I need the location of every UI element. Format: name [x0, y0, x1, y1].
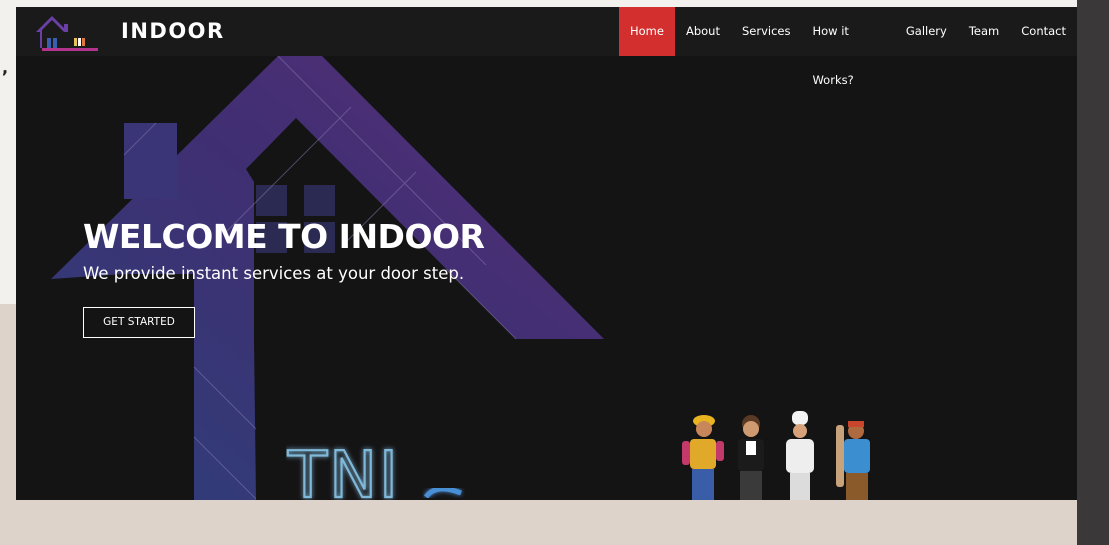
nav-about[interactable]: About — [675, 7, 731, 56]
hero-title: WELCOME TO INDOOR — [83, 217, 485, 256]
nav-gallery[interactable]: Gallery — [895, 7, 958, 56]
window-edge-strip — [1077, 0, 1109, 545]
main-navigation: Home About Services How it Works? Galler… — [619, 7, 1077, 87]
neon-sign: TNI — [286, 438, 462, 500]
stray-text: , — [2, 58, 9, 77]
top-navbar: INDOOR Home About Services How it Works?… — [16, 7, 1077, 87]
nav-contact[interactable]: Contact — [1010, 7, 1077, 56]
hero-subtitle: We provide instant services at your door… — [83, 264, 465, 283]
nav-team[interactable]: Team — [958, 7, 1010, 56]
workers-illustration — [682, 411, 870, 500]
brand-name[interactable]: INDOOR — [121, 19, 225, 43]
get-started-button[interactable]: GET STARTED — [83, 307, 195, 338]
nav-home[interactable]: Home — [619, 7, 675, 56]
hero-section: INDOOR Home About Services How it Works?… — [16, 7, 1077, 500]
nav-how-it-works[interactable]: How it Works? — [801, 7, 894, 87]
nav-services[interactable]: Services — [731, 7, 802, 56]
house-logo-icon[interactable] — [34, 12, 100, 52]
neon-sign-text: TNI — [287, 439, 400, 500]
